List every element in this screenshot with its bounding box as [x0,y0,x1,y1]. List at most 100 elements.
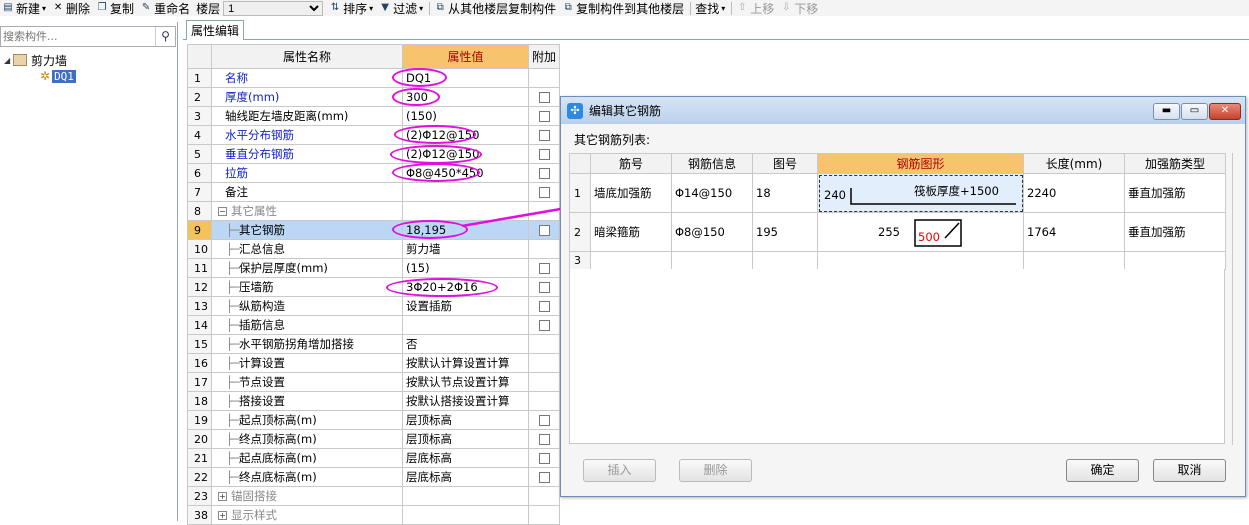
table-row[interactable]: 19 ├─起点顶标高(m) 层顶标高 [187,410,561,430]
insert-button[interactable]: 插入 [583,459,656,482]
table-row[interactable]: 14 ├─插筋信息 [187,315,561,335]
attach-checkbox[interactable] [538,110,550,122]
attach-checkbox[interactable] [538,91,550,103]
table-row[interactable]: 9 ├─其它钢筋 18,195 [187,220,561,240]
property-value-cell[interactable] [402,182,529,202]
property-value-cell[interactable]: 剪力墙 [402,239,529,259]
property-value-cell[interactable]: (150) [402,106,529,126]
search-input[interactable] [1,27,155,46]
property-value-cell[interactable]: 设置插筋 [402,296,529,316]
minimize-icon: ▬ [1161,105,1172,116]
table-row[interactable]: 3 轴线距左墙皮距离(mm) (150) [187,106,561,126]
copy-to-floor-button[interactable]: ⧉ 复制构件到其他楼层 [560,0,688,16]
table-row[interactable]: 4 水平分布钢筋 (2)Φ12@150 [187,125,561,145]
attach-checkbox[interactable] [538,224,550,236]
close-button[interactable]: ✕ [1209,103,1241,120]
copy-button[interactable]: ❐ 复制 [94,0,138,16]
expand-icon[interactable]: + [218,511,227,520]
property-value-cell[interactable]: 层顶标高 [402,410,529,430]
attach-checkbox[interactable] [538,129,550,141]
table-row[interactable]: 1 墙底加强筋 Φ14@150 18 240 筏板厚度+1500 2240 垂直… [569,173,1226,213]
attach-checkbox[interactable] [538,281,550,293]
table-row[interactable]: 17 ├─节点设置 按默认节点设置计算 [187,372,561,392]
attach-checkbox[interactable] [538,319,550,331]
property-value-cell[interactable]: 层底标高 [402,467,529,487]
move-down-button[interactable]: ⇩ 下移 [778,0,822,16]
sort-button[interactable]: ⇅ 排序 ▾ [327,0,377,16]
table-row[interactable]: 13 ├─纵筋构造 设置插筋 [187,296,561,316]
table-row[interactable]: 21 ├─起点底标高(m) 层底标高 [187,448,561,468]
property-value-cell[interactable] [402,315,529,335]
property-value-cell[interactable]: (2)Φ12@150 [402,125,529,145]
table-row[interactable]: 2 厚度(mm) 300 [187,87,561,107]
attach-checkbox[interactable] [538,167,550,179]
move-up-button[interactable]: ⇧ 上移 [734,0,778,16]
filter-button[interactable]: ▼ 过滤 ▾ [377,0,427,16]
table-row[interactable]: 7 备注 [187,182,561,202]
table-row[interactable]: 23 + 锚固搭接 [187,486,561,506]
property-value-cell[interactable]: 层顶标高 [402,429,529,449]
cancel-button[interactable]: 取消 [1153,459,1226,482]
property-value-cell[interactable]: 按默认节点设置计算 [402,372,529,392]
attach-checkbox[interactable] [538,452,550,464]
table-row[interactable]: 8− 其它属性 [187,201,561,221]
delete-button[interactable]: ✕ 删除 [50,0,94,16]
rename-button[interactable]: ✎ 重命名 [138,0,194,16]
attach-checkbox[interactable] [538,186,550,198]
table-row[interactable]: 20 ├─终点顶标高(m) 层顶标高 [187,429,561,449]
header-property-name: 属性名称 [211,44,403,69]
copy-from-floor-button[interactable]: ⧉ 从其他楼层复制构件 [432,0,560,16]
attach-checkbox[interactable] [538,148,550,160]
tree-node-shear-wall[interactable]: ◢ 剪力墙 [4,52,67,68]
table-row[interactable]: 2 暗梁箍筋 Φ8@150 195 255 500 1764 垂直加强筋 [569,212,1226,252]
table-row[interactable]: 22 ├─终点底标高(m) 层底标高 [187,467,561,487]
table-row[interactable]: 38 + 显示样式 [187,505,561,525]
property-value-cell[interactable]: 18,195 [402,220,529,240]
grid-corner [187,44,212,69]
property-value-cell[interactable]: 否 [402,334,529,354]
find-button[interactable]: 查找 ▾ [693,0,729,16]
minimize-button[interactable]: ▬ [1153,103,1180,120]
table-row[interactable]: 1 名称 DQ1 [187,68,561,88]
table-row[interactable]: 15 ├─水平钢筋拐角增加搭接否 [187,334,561,354]
delete-row-button[interactable]: 删除 [679,459,752,482]
collapse-icon[interactable]: ◢ [4,56,13,65]
attach-checkbox[interactable] [538,262,550,274]
property-value-cell[interactable]: Φ8@450*450 [402,163,529,183]
table-row[interactable]: 3 [569,251,1226,270]
rebar-shape-cell[interactable]: 240 筏板厚度+1500 [817,173,1024,213]
expand-icon[interactable]: + [218,492,227,501]
property-value-cell[interactable]: 按默认计算设置计算 [402,353,529,373]
table-row[interactable]: 16 ├─计算设置 按默认计算设置计算 [187,353,561,373]
attach-checkbox[interactable] [538,471,550,483]
table-row[interactable]: 18 ├─搭接设置 按默认搭接设置计算 [187,391,561,411]
table-row[interactable]: 12 ├─压墙筋 3Φ20+2Φ16 [187,277,561,297]
new-button[interactable]: ▤ 新建 ▾ [0,0,50,16]
attach-checkbox[interactable] [538,300,550,312]
property-value-cell[interactable]: DQ1 [402,68,529,88]
property-value-cell[interactable] [402,201,529,221]
attach-checkbox[interactable] [538,414,550,426]
search-icon[interactable]: ⚲ [155,27,175,46]
tab-property-edit[interactable]: 属性编辑 [186,20,245,40]
table-row[interactable]: 6 拉筋 Φ8@450*450 [187,163,561,183]
property-value-cell[interactable]: 按默认搭接设置计算 [402,391,529,411]
collapse-icon[interactable]: − [218,207,227,216]
floor-select[interactable]: 1 [223,0,324,16]
property-value-cell[interactable]: (15) [402,258,529,278]
property-value-cell[interactable]: 3Φ20+2Φ16 [402,277,529,297]
table-row[interactable]: 5 垂直分布钢筋 (2)Φ12@150 [187,144,561,164]
table-row[interactable]: 10 ├─汇总信息 剪力墙 [187,239,561,259]
rebar-shape-cell[interactable]: 255 500 [817,212,1024,252]
table-row[interactable]: 11 ├─保护层厚度(mm) (15) [187,258,561,278]
ok-button[interactable]: 确定 [1066,459,1139,482]
tree-node-dq1[interactable]: ✲ DQ1 [40,68,76,84]
property-value-cell[interactable]: 层底标高 [402,448,529,468]
property-value-cell[interactable]: (2)Φ12@150 [402,144,529,164]
property-value-cell[interactable]: 300 [402,87,529,107]
attach-cell [527,106,561,126]
attach-checkbox[interactable] [538,433,550,445]
property-value-cell[interactable] [402,505,529,525]
property-value-cell[interactable] [402,486,529,506]
maximize-button[interactable]: ▭ [1181,103,1208,120]
